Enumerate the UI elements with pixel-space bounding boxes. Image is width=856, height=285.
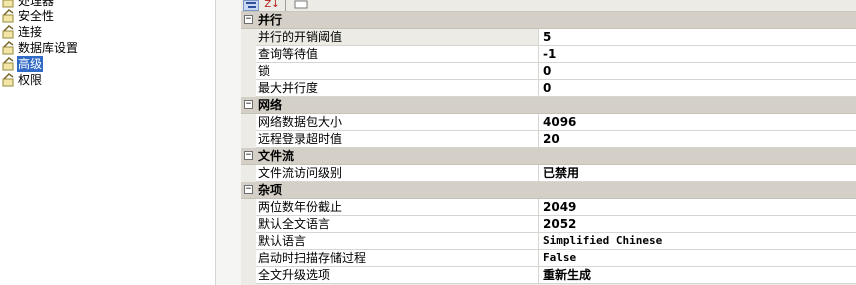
property-row[interactable]: 默认语言 Simplified Chinese [256,233,856,250]
property-name: 启动时扫描存储过程 [256,250,539,266]
property-name: 默认语言 [256,233,539,249]
property-name: 锁 [256,63,539,79]
collapse-toggle-icon[interactable]: − [244,15,253,24]
toolbar-separator [285,0,286,11]
category-label: 并行 [258,13,283,27]
collapse-toggle-icon[interactable]: − [244,100,253,109]
property-value[interactable]: 0 [543,80,551,96]
tree-item-label: 安全性 [18,9,55,23]
alphabetical-sort-button[interactable]: Z↓ [263,0,281,11]
category-parallelism[interactable]: − 并行 [241,12,856,29]
tree-item-label: 高级 [17,56,44,72]
settings-page-icon [1,41,15,55]
property-row[interactable]: 锁 0 [256,63,856,80]
property-row[interactable]: 默认全文语言 2052 [256,216,856,233]
property-value[interactable]: 4096 [543,114,576,130]
category-label: 网络 [258,98,283,112]
property-value[interactable]: 已禁用 [543,165,579,181]
property-value[interactable]: 20 [543,131,560,147]
categorized-view-button[interactable] [243,0,259,11]
property-value[interactable]: -1 [543,46,556,62]
property-value[interactable]: 5 [543,29,551,45]
tree-item-label: 数据库设置 [18,41,79,55]
property-grid-toolbar: Z↓ [241,0,856,12]
pane-divider [215,0,241,285]
tree-item-label: 连接 [18,25,43,39]
property-value[interactable]: Simplified Chinese [543,233,662,249]
category-miscellaneous[interactable]: − 杂项 [241,182,856,199]
property-name: 文件流访问级别 [256,165,539,181]
property-name: 查询等待值 [256,46,539,62]
property-value[interactable]: 重新生成 [543,267,591,283]
category-label: 文件流 [258,149,295,163]
property-row[interactable]: 启动时扫描存储过程 False [256,250,856,267]
tree-item-label: 权限 [18,73,43,87]
settings-page-icon [1,73,15,87]
property-pages-button[interactable] [293,0,309,11]
property-name: 网络数据包大小 [256,114,539,130]
property-row[interactable]: 并行的开销阈值 5 [256,29,856,46]
category-label: 杂项 [258,183,283,197]
settings-page-icon [1,0,15,8]
property-value[interactable]: False [543,250,576,266]
property-value[interactable]: 0 [543,63,551,79]
settings-page-icon [1,25,15,39]
settings-page-icon [1,9,15,23]
property-name: 远程登录超时值 [256,131,539,147]
property-value[interactable]: 2049 [543,199,576,215]
property-grid: − 并行 并行的开销阈值 5 查询等待值 -1 锁 0 最大并行度 0 − 网络… [241,12,856,285]
category-filestream[interactable]: − 文件流 [241,148,856,165]
property-row[interactable]: 全文升级选项 重新生成 [256,267,856,284]
collapse-toggle-icon[interactable]: − [244,185,253,194]
property-pages-icon [294,0,308,12]
property-row[interactable]: 查询等待值 -1 [256,46,856,63]
property-name: 默认全文语言 [256,216,539,232]
alphabetical-sort-icon: Z↓ [264,0,280,10]
collapse-toggle-icon[interactable]: − [244,151,253,160]
category-network[interactable]: − 网络 [241,97,856,114]
property-name: 全文升级选项 [256,267,539,283]
property-row[interactable]: 最大并行度 0 [256,80,856,97]
property-name: 并行的开销阈值 [256,29,539,45]
settings-page-icon [1,57,15,71]
property-row[interactable]: 文件流访问级别 已禁用 [256,165,856,182]
property-name: 两位数年份截止 [256,199,539,215]
property-row[interactable]: 远程登录超时值 20 [256,131,856,148]
property-name: 最大并行度 [256,80,539,96]
property-row[interactable]: 网络数据包大小 4096 [256,114,856,131]
property-row[interactable]: 两位数年份截止 2049 [256,199,856,216]
settings-page-tree: 处理器 安全性 连接 数据库设置 高级 权限 [0,0,215,285]
property-value[interactable]: 2052 [543,216,576,232]
